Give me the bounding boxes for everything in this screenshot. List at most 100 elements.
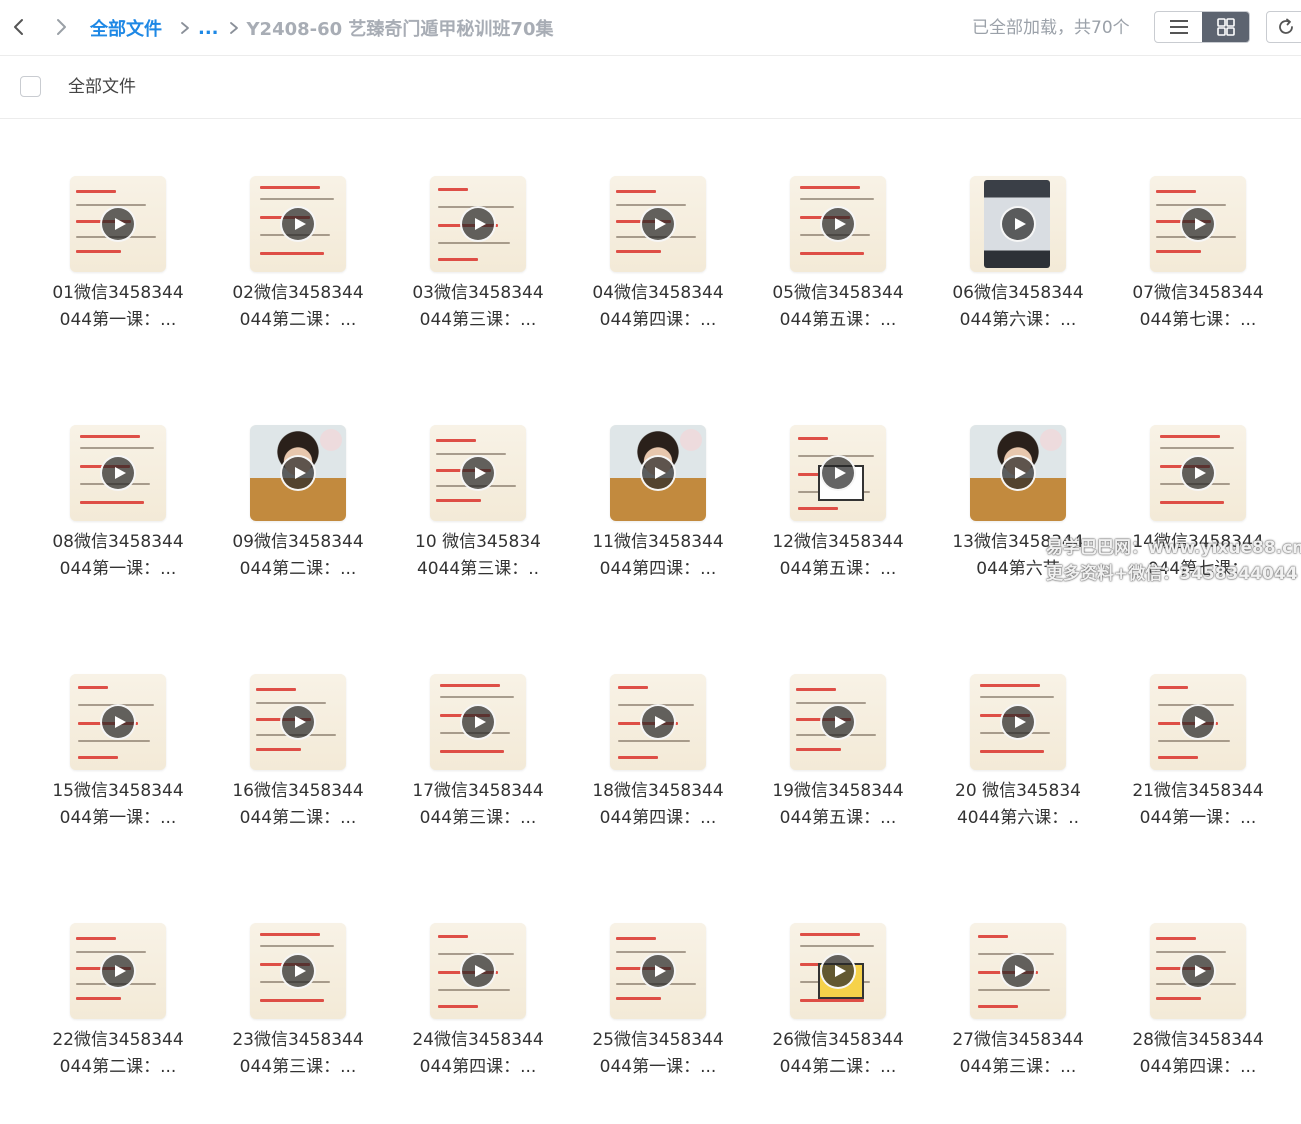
file-name[interactable]: 05微信3458344 044第五课：... (750, 280, 926, 336)
file-name[interactable]: 22微信3458344 044第二课：... (30, 1027, 206, 1083)
select-all-checkbox[interactable] (20, 76, 41, 97)
file-name[interactable]: 23微信3458344 044第三课：... (210, 1027, 386, 1083)
play-icon[interactable] (820, 455, 856, 491)
video-thumbnail[interactable] (610, 923, 706, 1019)
video-thumbnail[interactable] (70, 674, 166, 770)
video-thumbnail[interactable] (610, 425, 706, 521)
file-tile[interactable]: 26微信3458344 044第二课：... (750, 923, 926, 1123)
play-icon[interactable] (460, 206, 496, 242)
video-thumbnail[interactable] (70, 176, 166, 272)
file-tile[interactable]: 19微信3458344 044第五课：... (750, 674, 926, 874)
video-thumbnail[interactable] (1150, 674, 1246, 770)
play-icon[interactable] (460, 704, 496, 740)
file-name[interactable]: 18微信3458344 044第四课：... (570, 778, 746, 834)
file-name[interactable]: 25微信3458344 044第一课：... (570, 1027, 746, 1083)
play-icon[interactable] (460, 953, 496, 989)
breadcrumb-root[interactable]: 全部文件 (90, 15, 162, 41)
file-tile[interactable]: 13微信3458344 044第六节 (930, 425, 1106, 625)
file-tile[interactable]: 05微信3458344 044第五课：... (750, 176, 926, 376)
video-thumbnail[interactable] (790, 425, 886, 521)
file-name[interactable]: 24微信3458344 044第四课：... (390, 1027, 566, 1083)
file-tile[interactable]: 11微信3458344 044第四课：... (570, 425, 746, 625)
file-tile[interactable]: 24微信3458344 044第四课：... (390, 923, 566, 1123)
video-thumbnail[interactable] (250, 425, 346, 521)
play-icon[interactable] (280, 455, 316, 491)
file-name[interactable]: 11微信3458344 044第四课：... (570, 529, 746, 585)
breadcrumb-ellipsis[interactable]: ... (198, 18, 219, 39)
video-thumbnail[interactable] (430, 923, 526, 1019)
video-thumbnail[interactable] (790, 176, 886, 272)
file-tile[interactable]: 03微信3458344 044第三课：... (390, 176, 566, 376)
play-icon[interactable] (820, 953, 856, 989)
file-name[interactable]: 08微信3458344 044第一课：... (30, 529, 206, 585)
video-thumbnail[interactable] (790, 923, 886, 1019)
play-icon[interactable] (1180, 953, 1216, 989)
file-name[interactable]: 27微信3458344 044第三课：... (930, 1027, 1106, 1083)
file-name[interactable]: 14微信3458344 044第七课： (1110, 529, 1286, 585)
video-thumbnail[interactable] (1150, 425, 1246, 521)
play-icon[interactable] (1000, 704, 1036, 740)
file-name[interactable]: 20 微信345834 4044第六课：.. (930, 778, 1106, 834)
video-thumbnail[interactable] (430, 674, 526, 770)
file-name[interactable]: 19微信3458344 044第五课：... (750, 778, 926, 834)
play-icon[interactable] (640, 455, 676, 491)
file-tile[interactable]: 07微信3458344 044第七课：... (1110, 176, 1286, 376)
forward-button[interactable] (46, 12, 76, 42)
file-tile[interactable]: 25微信3458344 044第一课：... (570, 923, 746, 1123)
file-tile[interactable]: 09微信3458344 044第二课：... (210, 425, 386, 625)
play-icon[interactable] (820, 704, 856, 740)
file-tile[interactable]: 28微信3458344 044第四课：... (1110, 923, 1286, 1123)
play-icon[interactable] (1000, 953, 1036, 989)
file-tile[interactable]: 15微信3458344 044第一课：... (30, 674, 206, 874)
video-thumbnail[interactable] (610, 674, 706, 770)
file-tile[interactable]: 18微信3458344 044第四课：... (570, 674, 746, 874)
video-thumbnail[interactable] (250, 674, 346, 770)
file-tile[interactable]: 20 微信345834 4044第六课：.. (930, 674, 1106, 874)
play-icon[interactable] (100, 704, 136, 740)
file-name[interactable]: 06微信3458344 044第六课：... (930, 280, 1106, 336)
file-tile[interactable]: 22微信3458344 044第二课：... (30, 923, 206, 1123)
file-tile[interactable]: 23微信3458344 044第三课：... (210, 923, 386, 1123)
play-icon[interactable] (100, 206, 136, 242)
file-name[interactable]: 03微信3458344 044第三课：... (390, 280, 566, 336)
play-icon[interactable] (640, 704, 676, 740)
play-icon[interactable] (640, 953, 676, 989)
file-tile[interactable]: 14微信3458344 044第七课： (1110, 425, 1286, 625)
file-name[interactable]: 10 微信345834 4044第三课：.. (390, 529, 566, 585)
file-name[interactable]: 13微信3458344 044第六节 (930, 529, 1106, 585)
grid-view-button[interactable] (1202, 12, 1249, 42)
file-tile[interactable]: 21微信3458344 044第一课：... (1110, 674, 1286, 874)
play-icon[interactable] (280, 704, 316, 740)
play-icon[interactable] (460, 455, 496, 491)
file-tile[interactable]: 17微信3458344 044第三课：... (390, 674, 566, 874)
video-thumbnail[interactable] (970, 176, 1066, 272)
file-tile[interactable]: 08微信3458344 044第一课：... (30, 425, 206, 625)
file-tile[interactable]: 04微信3458344 044第四课：... (570, 176, 746, 376)
list-view-button[interactable] (1155, 12, 1202, 42)
file-name[interactable]: 15微信3458344 044第一课：... (30, 778, 206, 834)
file-name[interactable]: 16微信3458344 044第二课：... (210, 778, 386, 834)
file-tile[interactable]: 10 微信345834 4044第三课：.. (390, 425, 566, 625)
video-thumbnail[interactable] (610, 176, 706, 272)
file-tile[interactable]: 01微信3458344 044第一课：... (30, 176, 206, 376)
video-thumbnail[interactable] (970, 923, 1066, 1019)
file-name[interactable]: 28微信3458344 044第四课：... (1110, 1027, 1286, 1083)
file-name[interactable]: 17微信3458344 044第三课：... (390, 778, 566, 834)
video-thumbnail[interactable] (430, 425, 526, 521)
file-tile[interactable]: 16微信3458344 044第二课：... (210, 674, 386, 874)
file-tile[interactable]: 06微信3458344 044第六课：... (930, 176, 1106, 376)
video-thumbnail[interactable] (790, 674, 886, 770)
play-icon[interactable] (1180, 704, 1216, 740)
video-thumbnail[interactable] (430, 176, 526, 272)
play-icon[interactable] (280, 206, 316, 242)
file-tile[interactable]: 27微信3458344 044第三课：... (930, 923, 1106, 1123)
file-name[interactable]: 02微信3458344 044第二课：... (210, 280, 386, 336)
play-icon[interactable] (1000, 455, 1036, 491)
file-name[interactable]: 26微信3458344 044第二课：... (750, 1027, 926, 1083)
play-icon[interactable] (820, 206, 856, 242)
video-thumbnail[interactable] (1150, 176, 1246, 272)
play-icon[interactable] (1180, 206, 1216, 242)
file-name[interactable]: 21微信3458344 044第一课：... (1110, 778, 1286, 834)
video-thumbnail[interactable] (70, 923, 166, 1019)
play-icon[interactable] (100, 455, 136, 491)
